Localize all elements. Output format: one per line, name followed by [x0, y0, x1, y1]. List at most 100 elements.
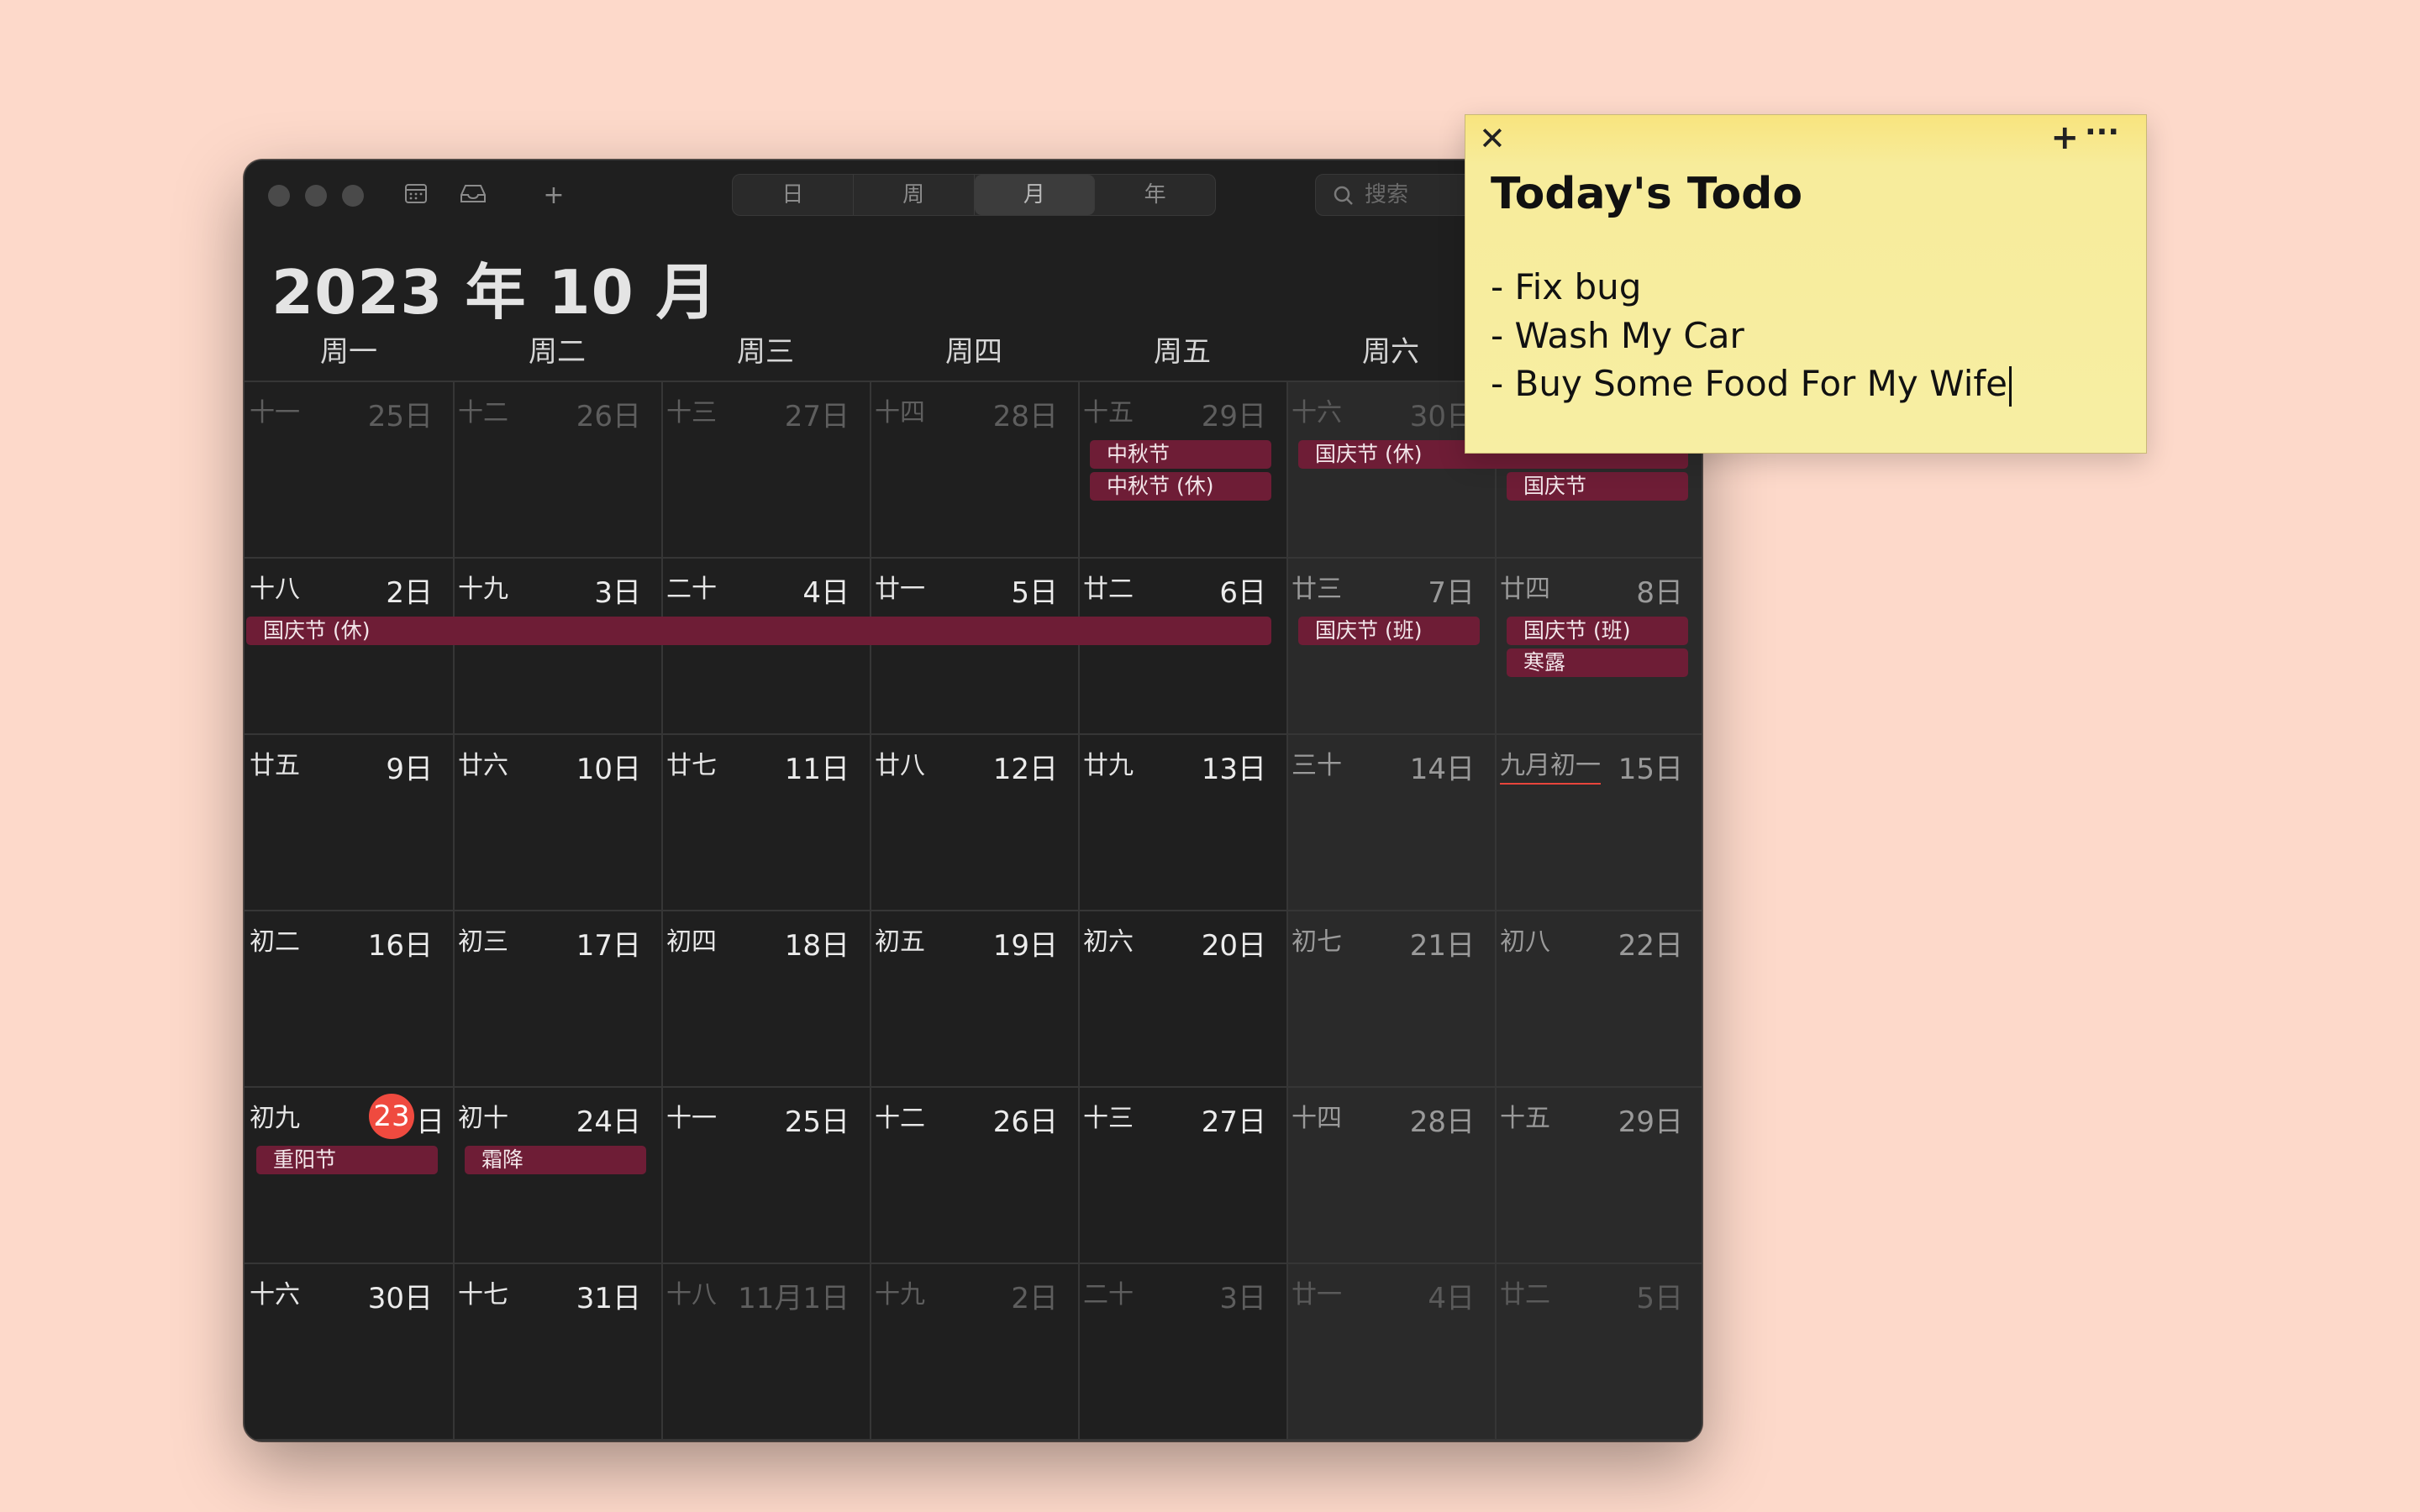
- calendar-event[interactable]: 中秋节 (休): [1090, 472, 1271, 501]
- day-cell[interactable]: 初十 24日: [453, 1087, 661, 1263]
- day-number: 22日: [1618, 929, 1683, 963]
- add-event-button[interactable]: +: [539, 181, 569, 211]
- lunar-date: 十一: [666, 1104, 717, 1133]
- day-cell[interactable]: 十五 29日: [1078, 381, 1286, 558]
- day-cell[interactable]: 十一 25日: [245, 381, 453, 558]
- day-number: 4日: [802, 576, 850, 610]
- month-title: 2023 年 10 月: [271, 257, 718, 328]
- day-cell[interactable]: 初五 19日: [870, 911, 1078, 1087]
- day-number: 19日: [992, 929, 1058, 963]
- day-cell[interactable]: 十八 11月1日: [661, 1263, 870, 1440]
- day-cell[interactable]: 初四 18日: [661, 911, 870, 1087]
- day-cell[interactable]: 十九 2日: [870, 1263, 1078, 1440]
- day-cell[interactable]: 廿二 5日: [1495, 1263, 1702, 1440]
- day-cell[interactable]: 廿三 7日: [1286, 558, 1495, 734]
- lunar-date: 十六: [250, 1280, 300, 1310]
- calendar-event[interactable]: 国庆节: [1507, 472, 1688, 501]
- note-line[interactable]: - Fix bug: [1491, 266, 1641, 307]
- today-badge: 23: [369, 1094, 414, 1139]
- lunar-date: 十二: [458, 398, 508, 428]
- close-note-button[interactable]: ✕: [1479, 120, 1506, 157]
- day-cell[interactable]: 十六 30日: [1286, 381, 1495, 558]
- lunar-date: 三十: [1292, 751, 1342, 780]
- note-line[interactable]: - Buy Some Food For My Wife: [1491, 363, 2012, 407]
- day-cell[interactable]: 廿六 10日: [453, 734, 661, 911]
- day-cell[interactable]: 廿一 5日: [870, 558, 1078, 734]
- lunar-date: 十四: [875, 398, 925, 428]
- weekday-header: 周三: [737, 335, 794, 369]
- calendar-event[interactable]: 国庆节 (班): [1298, 617, 1480, 645]
- day-cell[interactable]: 九月初一 15日: [1495, 734, 1702, 911]
- day-cell[interactable]: 廿四 8日: [1495, 558, 1702, 734]
- day-cell[interactable]: 三十 14日: [1286, 734, 1495, 911]
- day-number: 28日: [992, 400, 1058, 433]
- weekday-header: 周四: [945, 335, 1002, 369]
- inbox-icon[interactable]: [458, 181, 488, 211]
- day-cell[interactable]: 廿五 9日: [245, 734, 453, 911]
- sticky-note[interactable]: ✕ + ··· Today's Todo - Fix bug - Wash My…: [1465, 114, 2147, 454]
- day-number: 12日: [992, 753, 1058, 786]
- day-cell[interactable]: 十二 26日: [870, 1087, 1078, 1263]
- day-cell[interactable]: 十四 28日: [1286, 1087, 1495, 1263]
- calendar-event[interactable]: 寒露: [1507, 648, 1688, 677]
- day-cell[interactable]: 廿九 13日: [1078, 734, 1286, 911]
- lunar-date: 廿七: [666, 751, 717, 780]
- lunar-date: 十九: [875, 1280, 925, 1310]
- calendar-event[interactable]: 国庆节 (班): [1507, 617, 1688, 645]
- day-cell[interactable]: 廿二 6日: [1078, 558, 1286, 734]
- day-cell[interactable]: 十九 3日: [453, 558, 661, 734]
- more-options-button[interactable]: ···: [2085, 115, 2119, 150]
- lunar-date: 廿八: [875, 751, 925, 780]
- day-cell[interactable]: 十三 27日: [661, 381, 870, 558]
- day-cell[interactable]: 十四 28日: [870, 381, 1078, 558]
- day-cell[interactable]: 十五 29日: [1495, 1087, 1702, 1263]
- day-cell[interactable]: 初六 20日: [1078, 911, 1286, 1087]
- calendar-list-icon[interactable]: [401, 181, 431, 211]
- day-cell[interactable]: 十三 27日: [1078, 1087, 1286, 1263]
- minimize-window-button[interactable]: [305, 185, 327, 207]
- note-line[interactable]: - Wash My Car: [1491, 315, 1744, 356]
- day-number: 5日: [1636, 1282, 1683, 1315]
- day-cell[interactable]: 廿七 11日: [661, 734, 870, 911]
- day-cell[interactable]: 十一 25日: [661, 1087, 870, 1263]
- day-cell[interactable]: 廿一 4日: [1286, 1263, 1495, 1440]
- day-cell[interactable]: 二十 4日: [661, 558, 870, 734]
- day-cell[interactable]: 十八 2日: [245, 558, 453, 734]
- calendar-event[interactable]: 霜降: [465, 1146, 646, 1174]
- view-tab-1[interactable]: 周: [854, 175, 975, 215]
- zoom-window-button[interactable]: [342, 185, 364, 207]
- lunar-date: 廿二: [1083, 575, 1134, 604]
- day-cell[interactable]: 二十 3日: [1078, 1263, 1286, 1440]
- day-number: 14日: [1409, 753, 1475, 786]
- lunar-date: 十五: [1083, 398, 1134, 428]
- lunar-date: 十三: [666, 398, 717, 428]
- view-tab-0[interactable]: 日: [733, 175, 854, 215]
- day-number: 26日: [576, 400, 641, 433]
- day-cell[interactable]: 初三 17日: [453, 911, 661, 1087]
- day-cell[interactable]: 初二 16日: [245, 911, 453, 1087]
- day-cell[interactable]: 十二 26日: [453, 381, 661, 558]
- day-cell-today[interactable]: 初九 23 日: [245, 1087, 453, 1263]
- day-number: 21日: [1409, 929, 1475, 963]
- close-window-button[interactable]: [268, 185, 290, 207]
- day-number: 11日: [784, 753, 850, 786]
- calendar-event[interactable]: 重阳节: [256, 1146, 438, 1174]
- day-cell[interactable]: 初七 21日: [1286, 911, 1495, 1087]
- calendar-event[interactable]: 国庆节 (休): [246, 617, 1271, 645]
- note-title[interactable]: Today's Todo: [1491, 169, 1802, 219]
- day-cell[interactable]: 十七 31日: [453, 1263, 661, 1440]
- search-placeholder: 搜索: [1365, 182, 1409, 207]
- view-tab-2[interactable]: 月: [974, 175, 1096, 215]
- day-cell[interactable]: 廿八 12日: [870, 734, 1078, 911]
- day-number: 17日: [576, 929, 641, 963]
- weekday-header: 周二: [529, 335, 586, 369]
- lunar-date: 初三: [458, 927, 508, 957]
- day-cell[interactable]: 初八 22日: [1495, 911, 1702, 1087]
- note-line-text[interactable]: - Buy Some Food For My Wife: [1491, 363, 2007, 404]
- lunar-date: 廿五: [250, 751, 300, 780]
- new-note-button[interactable]: +: [2050, 118, 2079, 157]
- view-tab-3[interactable]: 年: [1095, 175, 1215, 215]
- calendar-event[interactable]: 中秋节: [1090, 440, 1271, 469]
- day-cell[interactable]: 十六 30日: [245, 1263, 453, 1440]
- day-number: 16日: [367, 929, 433, 963]
